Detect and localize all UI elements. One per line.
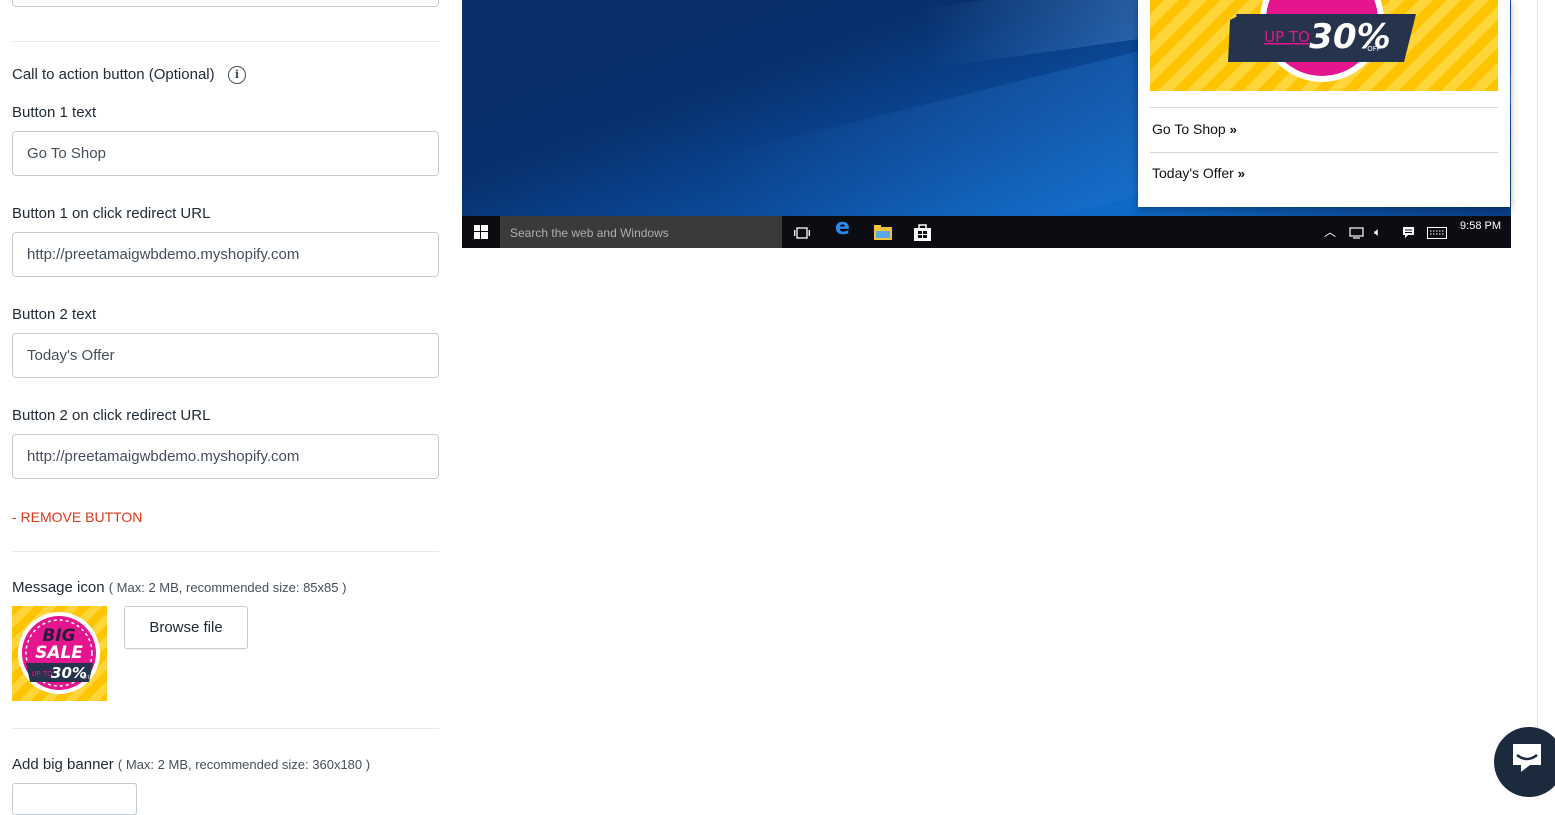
button2-text-value: Today's Offer (27, 347, 115, 364)
message-icon-label: Message icon (12, 579, 105, 596)
button2-url-value: http://preetamaigwbdemo.myshopify.com (27, 448, 300, 465)
thumb-off: OFF (82, 675, 90, 680)
divider (1150, 152, 1498, 153)
button2-text-input[interactable]: Today's Offer (12, 333, 439, 378)
button2-url-label: Button 2 on click redirect URL (12, 407, 211, 424)
divider (1150, 107, 1498, 108)
windows-start-icon (474, 225, 488, 239)
notification-preview-card: UP TO 30% OFF Go To Shop » Today's Offer… (1138, 0, 1510, 207)
message-icon-thumbnail: BIG SALE UP TO 30% OFF (12, 606, 107, 701)
button1-url-value: http://preetamaigwbdemo.myshopify.com (27, 246, 300, 263)
browse-big-banner-button[interactable] (12, 783, 137, 815)
big-sale-badge-image: BIG SALE UP TO 30% OFF (18, 612, 100, 694)
preview-button-1[interactable]: Go To Shop » (1152, 121, 1237, 137)
thumb-upto: UP TO (31, 670, 53, 678)
previous-field[interactable] (12, 0, 439, 7)
big-banner-heading: Add big banner ( Max: 2 MB, recommended … (12, 755, 370, 775)
banner-upto: UP TO (1264, 28, 1310, 46)
button2-url-input[interactable]: http://preetamaigwbdemo.myshopify.com (12, 434, 439, 479)
message-icon-note: ( Max: 2 MB, recommended size: 85x85 ) (108, 580, 347, 595)
preview-button-2[interactable]: Today's Offer » (1152, 165, 1245, 181)
button1-text-input[interactable]: Go To Shop (12, 131, 439, 176)
browse-file-button[interactable]: Browse file (124, 606, 248, 649)
button1-text-label: Button 1 text (12, 104, 97, 121)
keyboard-icon (1427, 227, 1447, 239)
taskbar-clock: 9:58 PM (1460, 220, 1501, 232)
preview-button-2-label: Today's Offer (1152, 165, 1234, 181)
double-chevron-right-icon: » (1237, 166, 1245, 181)
cta-heading: Call to action button (Optional) (12, 66, 215, 83)
info-icon[interactable]: i (228, 66, 246, 84)
preview-button-1-label: Go To Shop (1152, 121, 1226, 137)
divider (12, 551, 439, 552)
chat-launcher-button[interactable] (1494, 727, 1555, 797)
big-banner-label: Add big banner (12, 756, 114, 773)
chevron-up-icon: ︿ (1324, 225, 1337, 239)
big-sale-banner: UP TO 30% OFF (1228, 0, 1416, 82)
volume-icon: 🔈︎ (1374, 225, 1382, 239)
remove-button-link[interactable]: - REMOVE BUTTON (12, 508, 142, 526)
message-icon-heading: Message icon ( Max: 2 MB, recommended si… (12, 578, 346, 598)
taskbar-search-text: Search the web and Windows (510, 226, 669, 240)
divider (12, 728, 439, 729)
big-banner-note: ( Max: 2 MB, recommended size: 360x180 ) (117, 757, 371, 772)
task-view-icon (794, 227, 810, 239)
taskbar-search-box: Search the web and Windows (500, 216, 782, 248)
preview-banner-image: UP TO 30% OFF (1150, 0, 1498, 91)
thumb-line2: SALE (35, 643, 83, 663)
button2-text-label: Button 2 text (12, 306, 97, 323)
file-explorer-icon (874, 225, 892, 240)
divider (12, 41, 439, 42)
banner-off: OFF (1367, 45, 1381, 53)
network-icon (1349, 227, 1364, 239)
button1-text-value: Go To Shop (27, 145, 106, 162)
button1-url-label: Button 1 on click redirect URL (12, 205, 211, 222)
store-icon (914, 224, 931, 241)
notifications-icon (1403, 227, 1414, 238)
button1-url-input[interactable]: http://preetamaigwbdemo.myshopify.com (12, 232, 439, 277)
chat-bubble-icon (1513, 744, 1541, 772)
edge-browser-icon: e (835, 215, 850, 240)
scrollbar-track[interactable] (1537, 0, 1538, 799)
windows-taskbar: Search the web and Windows e ︿ 🔈︎ 9:58 P… (462, 216, 1511, 248)
double-chevron-right-icon: » (1229, 122, 1237, 137)
